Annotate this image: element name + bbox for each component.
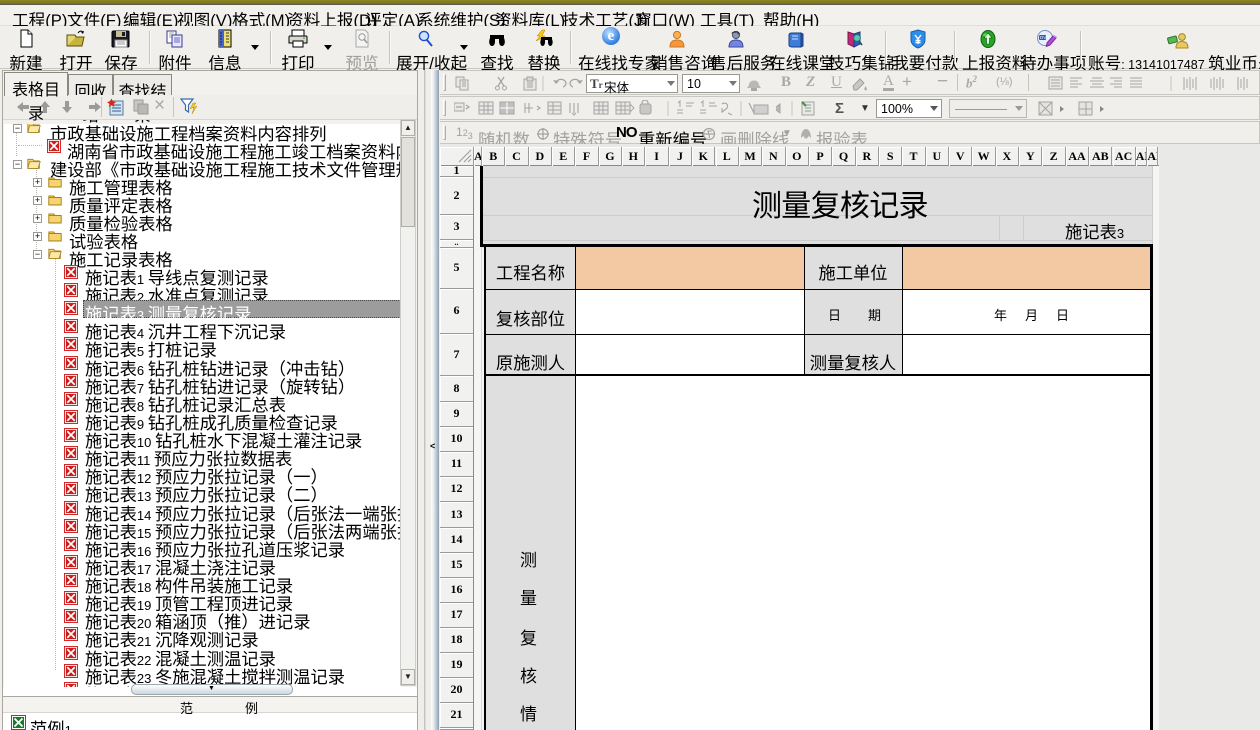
svg-text:DVD: DVD bbox=[1040, 35, 1050, 40]
